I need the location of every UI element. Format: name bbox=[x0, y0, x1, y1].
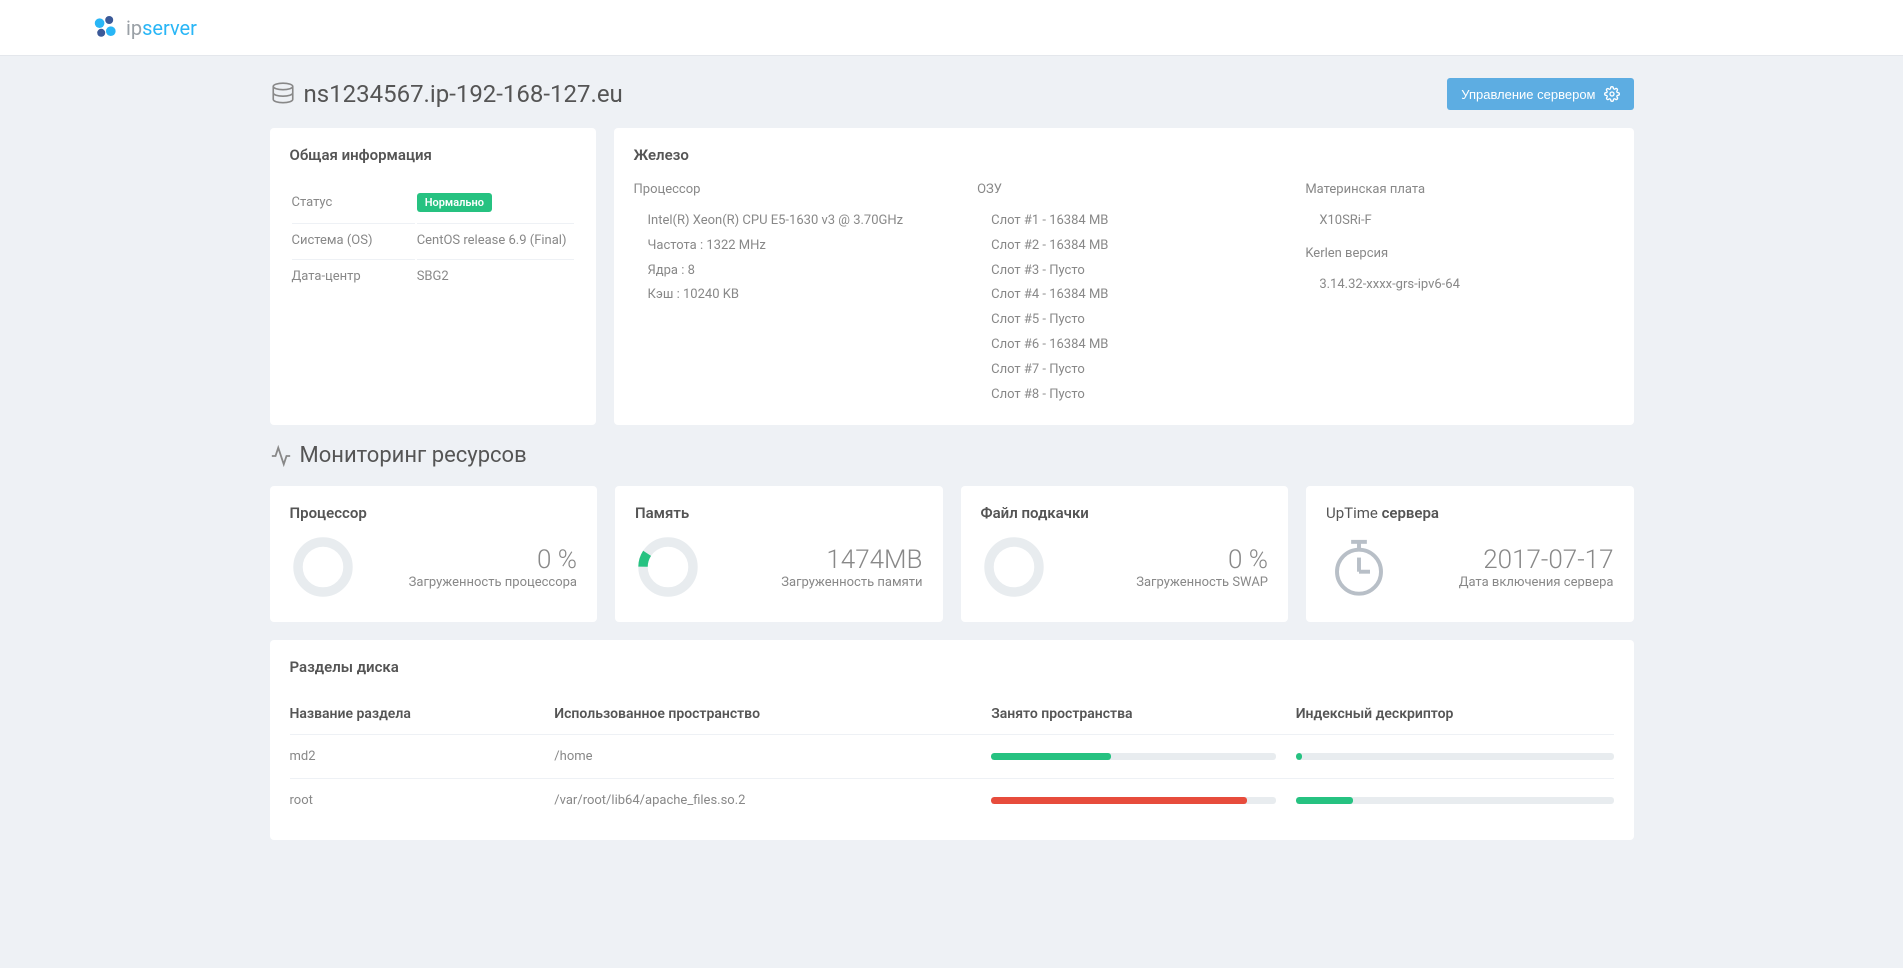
hardware-card: Железо Процессор Intel(R) Xeon(R) CPU E5… bbox=[614, 128, 1634, 425]
disk-col-inode: Индексный дескриптор bbox=[1296, 694, 1614, 735]
timer-icon bbox=[1326, 534, 1392, 600]
dc-value: SBG2 bbox=[417, 259, 574, 293]
swap-donut-icon bbox=[981, 534, 1047, 600]
disk-inode-bar bbox=[1296, 735, 1614, 779]
cpu-column: Процессор Intel(R) Xeon(R) CPU E5-1630 v… bbox=[634, 182, 958, 407]
ram-label: ОЗУ bbox=[977, 182, 1285, 197]
uptime-metric-title: UpTime сервера bbox=[1326, 504, 1614, 522]
monitoring-heading: Мониторинг ресурсов bbox=[270, 443, 1634, 468]
cpu-freq: Частота : 1322 MHz bbox=[634, 234, 958, 259]
ram-slot: Слот #7 - Пусто bbox=[977, 358, 1285, 383]
disk-inode-bar bbox=[1296, 779, 1614, 823]
cpu-cache: Кэш : 10240 KB bbox=[634, 283, 958, 308]
disk-col-path: Использованное пространство bbox=[554, 694, 991, 735]
hardware-title: Железо bbox=[634, 146, 1614, 164]
uptime-metric-sub: Дата включения сервера bbox=[1459, 575, 1614, 590]
ram-column: ОЗУ Слот #1 - 16384 MBСлот #2 - 16384 MB… bbox=[977, 182, 1285, 407]
mem-metric-card: Память 1474MB Загруженность памяти bbox=[615, 486, 943, 622]
status-badge: Нормально bbox=[417, 193, 492, 212]
mem-metric-value: 1474MB bbox=[781, 545, 922, 575]
disk-used-bar bbox=[991, 735, 1296, 779]
cpu-model: Intel(R) Xeon(R) CPU E5-1630 v3 @ 3.70GH… bbox=[634, 209, 958, 234]
topbar: ipserver bbox=[0, 0, 1903, 56]
cpu-metric-title: Процессор bbox=[290, 504, 578, 522]
disk-path: /var/root/lib64/apache_files.so.2 bbox=[554, 779, 991, 823]
uptime-metric-value: 2017-07-17 bbox=[1459, 545, 1614, 575]
general-info-table: СтатусНормально Система (OS)CentOS relea… bbox=[290, 182, 576, 295]
os-label: Система (OS) bbox=[292, 223, 415, 257]
logo-icon bbox=[90, 12, 122, 44]
kernel-label: Kerlen версия bbox=[1305, 246, 1613, 261]
ram-slots: Слот #1 - 16384 MBСлот #2 - 16384 MBСлот… bbox=[977, 209, 1285, 407]
disk-table: Название раздела Использованное простран… bbox=[290, 694, 1614, 822]
manage-server-button[interactable]: Управление сервером bbox=[1447, 78, 1633, 110]
page-head: ns1234567.ip-192-168-127.eu Управление с… bbox=[270, 78, 1634, 110]
cpu-donut-icon bbox=[290, 534, 356, 600]
uptime-metric-card: UpTime сервера 2017-07-17 Дата включения… bbox=[1306, 486, 1634, 622]
activity-icon bbox=[270, 445, 292, 467]
mem-metric-title: Память bbox=[635, 504, 923, 522]
manage-server-label: Управление сервером bbox=[1461, 87, 1595, 102]
cpu-metric-sub: Загруженность процессора bbox=[409, 575, 577, 590]
gear-icon bbox=[1604, 86, 1620, 102]
cpu-cores: Ядра : 8 bbox=[634, 259, 958, 284]
mem-metric-sub: Загруженность памяти bbox=[781, 575, 922, 590]
ram-slot: Слот #2 - 16384 MB bbox=[977, 234, 1285, 259]
mb-column: Материнская плата X10SRi-F Kerlen версия… bbox=[1305, 182, 1613, 407]
ram-slot: Слот #4 - 16384 MB bbox=[977, 283, 1285, 308]
page-title: ns1234567.ip-192-168-127.eu bbox=[270, 80, 623, 108]
ram-slot: Слот #8 - Пусто bbox=[977, 383, 1285, 408]
monitoring-title: Мониторинг ресурсов bbox=[300, 443, 527, 468]
cpu-metric-card: Процессор 0 % Загруженность процессора bbox=[270, 486, 598, 622]
cpu-metric-value: 0 % bbox=[409, 545, 577, 575]
kernel-value: 3.14.32-xxxx-grs-ipv6-64 bbox=[1305, 273, 1613, 298]
general-info-card: Общая информация СтатусНормально Система… bbox=[270, 128, 596, 425]
os-value: CentOS release 6.9 (Final) bbox=[417, 223, 574, 257]
disk-path: /home bbox=[554, 735, 991, 779]
ram-slot: Слот #3 - Пусто bbox=[977, 259, 1285, 284]
hostname: ns1234567.ip-192-168-127.eu bbox=[304, 80, 623, 108]
swap-metric-title: Файл подкачки bbox=[981, 504, 1269, 522]
disk-card: Разделы диска Название раздела Использов… bbox=[270, 640, 1634, 840]
disk-name: root bbox=[290, 779, 555, 823]
disk-col-name: Название раздела bbox=[290, 694, 555, 735]
table-row: root/var/root/lib64/apache_files.so.2 bbox=[290, 779, 1614, 823]
mb-value: X10SRi-F bbox=[1305, 209, 1613, 234]
mb-label: Материнская плата bbox=[1305, 182, 1613, 197]
swap-metric-card: Файл подкачки 0 % Загруженность SWAP bbox=[961, 486, 1289, 622]
disk-title: Разделы диска bbox=[290, 658, 1614, 676]
general-info-title: Общая информация bbox=[290, 146, 576, 164]
disk-name: md2 bbox=[290, 735, 555, 779]
logo-text: ipserver bbox=[126, 16, 197, 40]
mem-donut-icon bbox=[635, 534, 701, 600]
ram-slot: Слот #1 - 16384 MB bbox=[977, 209, 1285, 234]
logo[interactable]: ipserver bbox=[90, 12, 197, 44]
table-row: md2/home bbox=[290, 735, 1614, 779]
status-label: Статус bbox=[292, 184, 415, 221]
disk-used-bar bbox=[991, 779, 1296, 823]
database-icon bbox=[270, 81, 296, 107]
cpu-label: Процессор bbox=[634, 182, 958, 197]
swap-metric-sub: Загруженность SWAP bbox=[1136, 575, 1268, 590]
disk-col-used: Занято пространства bbox=[991, 694, 1296, 735]
ram-slot: Слот #5 - Пусто bbox=[977, 308, 1285, 333]
dc-label: Дата-центр bbox=[292, 259, 415, 293]
ram-slot: Слот #6 - 16384 MB bbox=[977, 333, 1285, 358]
swap-metric-value: 0 % bbox=[1136, 545, 1268, 575]
